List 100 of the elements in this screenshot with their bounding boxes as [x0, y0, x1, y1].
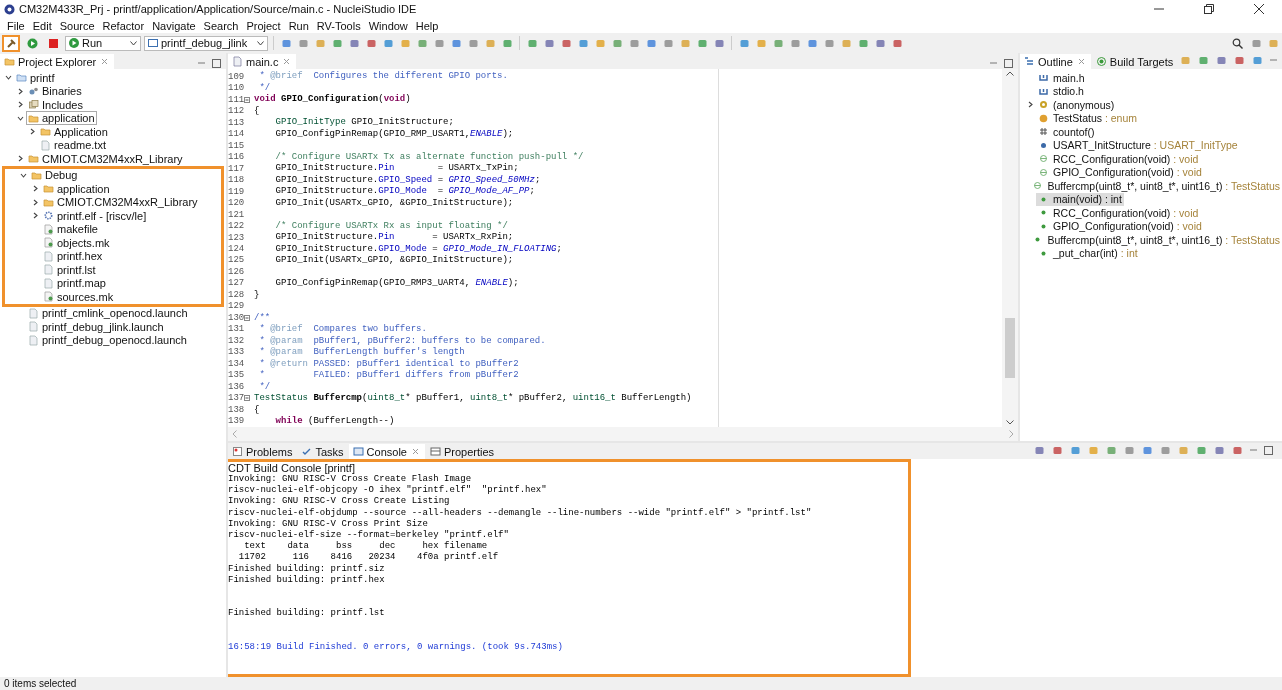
collapsed-caret-icon[interactable] [1026, 101, 1034, 109]
tree-item[interactable]: printf.lst [41, 262, 98, 277]
view-tab[interactable]: Build Targets [1091, 54, 1178, 69]
outline-item[interactable]: USART_InitStructure : USART_InitType [1036, 138, 1240, 152]
fold-icon[interactable] [244, 96, 251, 103]
view-tab[interactable]: Outline [1020, 54, 1091, 69]
menu-item[interactable]: Search [199, 19, 243, 32]
line-number: 109 [228, 71, 245, 82]
expanded-caret-icon[interactable] [19, 171, 27, 179]
editor-tab[interactable]: main.c [228, 54, 297, 69]
view-tab[interactable]: Properties [425, 444, 499, 459]
code-line: GPIO_InitStructure.Pin = USARTx_RxPin; [274, 232, 514, 244]
outline-item[interactable]: _put_char(int) : int [1036, 246, 1140, 260]
outline-item[interactable]: main.h [1036, 71, 1087, 85]
gear-icon [43, 210, 54, 222]
tree-item[interactable]: printf.map [41, 276, 108, 291]
menu-item[interactable]: Edit [28, 19, 56, 32]
tree-item[interactable]: printf_debug_openocd.launch [26, 333, 189, 348]
view-tab[interactable]: Problems [228, 444, 297, 459]
tree-item[interactable]: objects.mk [41, 235, 112, 250]
outline-item[interactable]: main(void) : int [1036, 192, 1124, 206]
console-line: 16:58:19 Build Finished. 0 errors, 0 warnings. (took 9s.743ms) [228, 641, 564, 653]
view-tab[interactable]: Project Explorer [0, 54, 115, 69]
tree-item[interactable]: printf_debug_jlink.launch [26, 319, 166, 334]
menu-item[interactable]: File [3, 19, 29, 32]
view-tab[interactable]: Console [348, 444, 425, 459]
maximize-icon[interactable] [211, 58, 222, 69]
code-line: * FAILED: pBuffer1 differs from pBuffer2 [258, 370, 519, 382]
outline-item[interactable]: stdio.h [1036, 84, 1086, 98]
stop-icon[interactable] [47, 37, 59, 49]
vertical-scrollbar[interactable] [1002, 69, 1018, 427]
fold-icon[interactable] [244, 395, 251, 402]
tree-item[interactable]: printf.hex [41, 249, 105, 264]
outline-item[interactable]: RCC_Configuration(void) : void [1036, 206, 1201, 220]
view-tab[interactable]: Tasks [297, 444, 348, 459]
line-number: 128 [228, 289, 245, 300]
binaries-icon [28, 85, 39, 97]
tree-item[interactable]: Binaries [26, 84, 84, 99]
scrollbar-thumb[interactable] [1005, 318, 1015, 378]
menu-item[interactable]: Navigate [148, 19, 200, 32]
menu-item[interactable]: Window [364, 19, 412, 32]
tree-item[interactable]: CMIOT.CM32M4xxR_Library [41, 195, 200, 210]
collapsed-caret-icon[interactable] [16, 155, 24, 163]
tree-item[interactable]: sources.mk [41, 289, 116, 304]
fold-icon[interactable] [244, 314, 251, 321]
tree-item[interactable]: Includes [26, 97, 85, 112]
console-line: riscv-nuclei-elf-size --format=berkeley "printf.elf" [228, 529, 510, 541]
run-mode-dropdown[interactable]: Run [65, 35, 141, 51]
tree-item[interactable]: printf_cmlink_openocd.launch [26, 306, 190, 321]
tree-item[interactable]: application [26, 111, 97, 126]
tree-item[interactable]: printf [14, 70, 57, 85]
struct-icon [1038, 99, 1049, 111]
scroll-down-icon[interactable] [1006, 420, 1014, 425]
run-icon[interactable] [26, 37, 38, 49]
outline-item[interactable]: RCC_Configuration(void) : void [1036, 152, 1201, 166]
code-line: GPIO_Init(USARTx_GPIO, &GPIO_InitStructure); [274, 255, 514, 267]
outline-item[interactable]: Buffercmp(uint8_t*, uint8_t*, uint16_t) : TestStatus [1030, 233, 1282, 247]
line-number: 121 [228, 209, 245, 220]
outline-icon [1024, 56, 1035, 67]
tree-item[interactable]: makefile [41, 222, 100, 237]
maximize-icon[interactable] [1263, 445, 1274, 456]
folder-icon [40, 126, 51, 138]
maximize-icon[interactable] [1003, 58, 1014, 69]
tree-item[interactable]: Debug [29, 168, 80, 183]
scroll-left-icon[interactable] [232, 430, 237, 438]
console-title: CDT Build Console [printf] [228, 462, 355, 474]
build-button[interactable] [2, 34, 20, 52]
tree-item[interactable]: printf.elf - [riscv/le] [41, 208, 149, 223]
expanded-caret-icon[interactable] [16, 114, 24, 122]
console-line: text data bss dec hex filename [243, 541, 489, 552]
outline-item[interactable]: GPIO_Configuration(void) : void [1036, 165, 1204, 179]
horizontal-scrollbar[interactable] [228, 427, 1018, 441]
outline-item[interactable]: GPIO_Configuration(void) : void [1036, 219, 1204, 233]
outline-item[interactable]: countof() [1036, 125, 1097, 139]
menu-item[interactable]: Help [411, 19, 443, 32]
folder-icon [28, 112, 39, 124]
file-icon [43, 237, 54, 249]
close-icon[interactable] [1254, 4, 1264, 14]
outline-item[interactable]: Buffercmp(uint8_t*, uint8_t*, uint16_t) : TestStatus [1030, 179, 1282, 193]
menu-item[interactable]: RV-Tools [312, 19, 365, 32]
c-file-icon [232, 56, 243, 67]
collapsed-caret-icon[interactable] [28, 128, 36, 136]
tree-item[interactable]: readme.txt [38, 138, 108, 153]
file-icon [43, 223, 54, 235]
menu-item[interactable]: Refactor [98, 19, 149, 32]
code-line: * @return PASSED: pBuffer1 identical to pBuffer2 [258, 358, 519, 370]
tree-item[interactable]: CMIOT.CM32M4xxR_Library [26, 151, 185, 166]
menu-item[interactable]: Run [284, 19, 313, 32]
expanded-caret-icon[interactable] [4, 74, 12, 82]
line-number: 132 [228, 335, 245, 346]
scroll-up-icon[interactable] [1006, 71, 1014, 76]
menu-item[interactable]: Source [55, 19, 99, 32]
tree-item[interactable]: Application [38, 124, 110, 139]
outline-item[interactable]: (anonymous) [1036, 98, 1117, 112]
restore-icon[interactable] [1204, 4, 1214, 14]
launch-config-dropdown[interactable]: printf_debug_jlink [144, 35, 268, 51]
outline-item[interactable]: TestStatus : enum [1036, 111, 1140, 125]
menu-item[interactable]: Project [242, 19, 285, 32]
tree-item[interactable]: application [41, 181, 112, 196]
scroll-right-icon[interactable] [1009, 430, 1014, 438]
